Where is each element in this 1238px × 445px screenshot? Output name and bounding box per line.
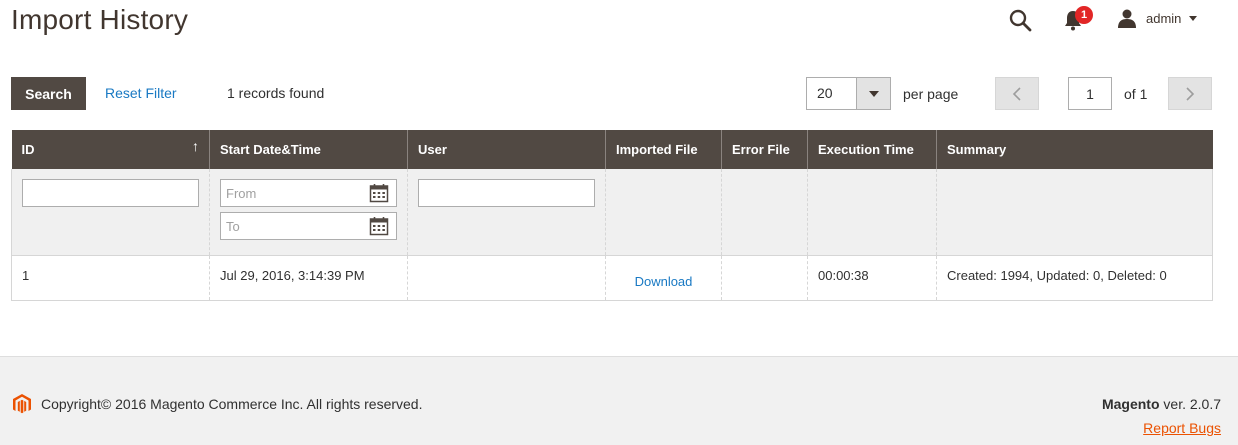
per-page-toggle[interactable] bbox=[856, 78, 890, 109]
column-header-start-datetime[interactable]: Start Date&Time bbox=[209, 130, 408, 169]
column-header-id[interactable]: ID ↑ bbox=[11, 130, 210, 169]
filter-row: From To bbox=[11, 169, 1213, 256]
date-from-field[interactable]: From bbox=[220, 179, 397, 207]
calendar-icon[interactable] bbox=[369, 183, 389, 203]
page-number-input[interactable] bbox=[1068, 77, 1112, 110]
chevron-right-icon bbox=[1186, 86, 1195, 101]
user-menu[interactable]: admin bbox=[1117, 7, 1198, 29]
reset-filter-link[interactable]: Reset Filter bbox=[105, 85, 177, 101]
filter-cell-summary bbox=[936, 169, 1213, 256]
user-filter-input[interactable] bbox=[418, 179, 595, 207]
footer: Copyright© 2016 Magento Commerce Inc. Al… bbox=[0, 356, 1238, 445]
per-page-select[interactable]: 20 bbox=[806, 77, 891, 110]
search-icon[interactable] bbox=[1008, 8, 1032, 32]
per-page-value: 20 bbox=[817, 85, 833, 101]
user-icon bbox=[1118, 9, 1136, 28]
filter-cell-date: From To bbox=[209, 169, 408, 256]
import-history-grid: ID ↑ Start Date&Time User Imported File … bbox=[11, 130, 1213, 301]
notification-badge[interactable]: 1 bbox=[1075, 6, 1093, 24]
sort-arrow-icon[interactable]: ↑ bbox=[192, 138, 199, 154]
total-pages: of 1 bbox=[1124, 86, 1148, 102]
cell-imported-file: Download bbox=[605, 255, 722, 301]
cell-summary: Created: 1994, Updated: 0, Deleted: 0 bbox=[936, 255, 1213, 301]
column-header-user[interactable]: User bbox=[407, 130, 606, 169]
cell-user bbox=[407, 255, 606, 301]
copyright-text: Copyright© 2016 Magento Commerce Inc. Al… bbox=[41, 396, 423, 412]
date-to-field[interactable]: To bbox=[220, 212, 397, 240]
cell-error-file bbox=[721, 255, 808, 301]
cell-start-datetime: Jul 29, 2016, 3:14:39 PM bbox=[209, 255, 408, 301]
id-filter-input[interactable] bbox=[22, 179, 199, 207]
user-name: admin bbox=[1146, 10, 1182, 26]
column-header-error-file[interactable]: Error File bbox=[721, 130, 808, 169]
previous-page-button[interactable] bbox=[995, 77, 1039, 110]
cell-execution-time: 00:00:38 bbox=[807, 255, 937, 301]
filter-cell-error-file bbox=[721, 169, 808, 256]
report-bugs-link[interactable]: Report Bugs bbox=[1143, 420, 1221, 436]
cell-id: 1 bbox=[11, 255, 210, 301]
date-to-placeholder: To bbox=[226, 219, 240, 234]
search-button[interactable]: Search bbox=[11, 77, 86, 110]
table-row[interactable]: 1 Jul 29, 2016, 3:14:39 PM Download 00:0… bbox=[11, 255, 1213, 301]
filter-cell-imported-file bbox=[605, 169, 722, 256]
version-text: Magento ver. 2.0.7 bbox=[1102, 396, 1221, 412]
filter-cell-execution-time bbox=[807, 169, 937, 256]
version-number: ver. 2.0.7 bbox=[1159, 396, 1221, 412]
filter-cell-user bbox=[407, 169, 606, 256]
column-header-summary[interactable]: Summary bbox=[936, 130, 1213, 169]
next-page-button[interactable] bbox=[1168, 77, 1212, 110]
column-header-execution-time[interactable]: Execution Time bbox=[807, 130, 937, 169]
chevron-down-icon bbox=[1189, 15, 1198, 21]
calendar-icon[interactable] bbox=[369, 216, 389, 236]
page-title: Import History bbox=[11, 4, 189, 35]
chevron-left-icon bbox=[1012, 86, 1021, 101]
column-header-imported-file[interactable]: Imported File bbox=[605, 130, 722, 169]
filter-cell-id bbox=[11, 169, 210, 256]
download-link[interactable]: Download bbox=[635, 274, 693, 289]
brand-name: Magento bbox=[1101, 396, 1160, 412]
magento-logo-icon bbox=[13, 394, 31, 414]
per-page-label: per page bbox=[903, 86, 959, 102]
date-from-placeholder: From bbox=[226, 186, 257, 201]
records-found: 1 records found bbox=[227, 85, 325, 101]
